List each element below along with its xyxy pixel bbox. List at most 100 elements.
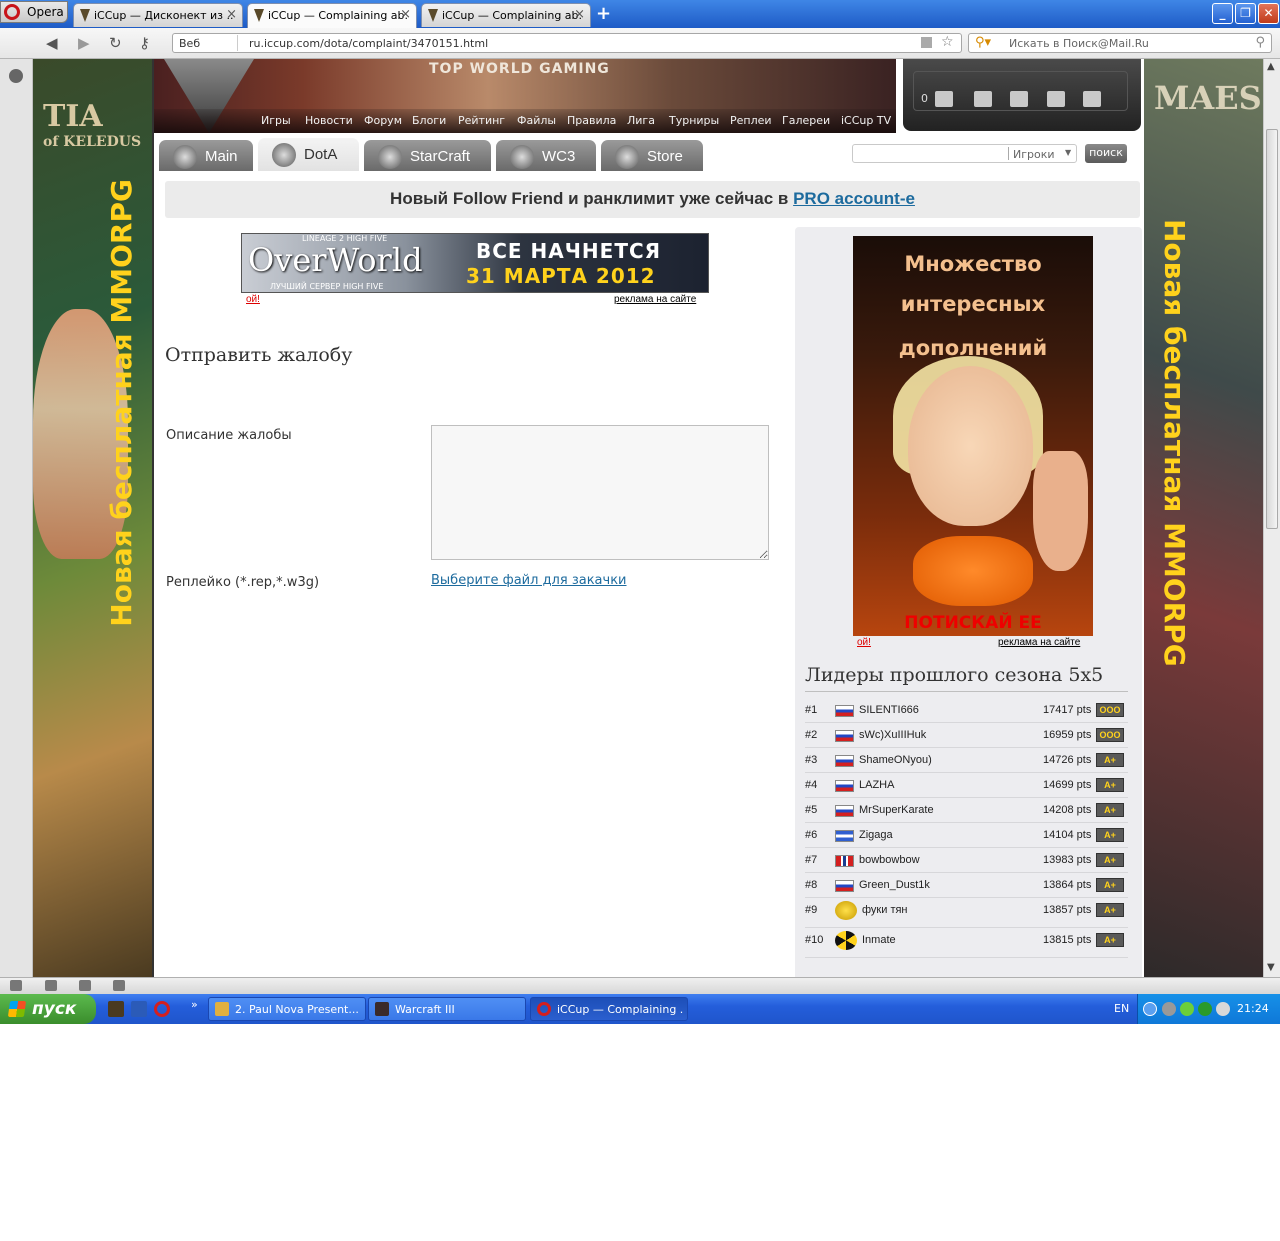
forward-icon[interactable]: ▶ [78, 34, 90, 52]
chevron-right-icon[interactable]: » [191, 998, 198, 1011]
taskbar-button[interactable]: Warcraft III [368, 997, 526, 1021]
leader-row[interactable]: #2 sWc)XuIIIHuk 16959 pts OOO [805, 723, 1128, 748]
close-tab-icon[interactable]: × [226, 7, 237, 22]
nav-item-games[interactable]: Игры [261, 114, 291, 127]
taskbar-button-active[interactable]: iCCup — Complaining ... [530, 997, 688, 1021]
leader-row[interactable]: #3 ShameONyou) 14726 pts A+ [805, 748, 1128, 773]
wrench-icon[interactable] [974, 91, 992, 107]
nav-item-league[interactable]: Лига [627, 114, 655, 127]
close-tab-icon[interactable]: × [400, 7, 411, 22]
leader-row[interactable]: #9 фуки тян 13857 pts A+ [805, 898, 1128, 928]
search-scope-select[interactable]: Игроки [1013, 148, 1055, 161]
key-icon[interactable]: ⚷ [139, 34, 150, 52]
leader-name[interactable]: ShameONyou) [859, 754, 932, 766]
bookmark-star-icon[interactable]: ☆ [941, 34, 954, 50]
site-search-button[interactable]: поиск [1085, 144, 1127, 163]
notes-icon[interactable] [1083, 91, 1101, 107]
ad-oi-link[interactable]: ой! [246, 294, 260, 305]
network-icon[interactable] [1198, 1002, 1212, 1016]
tab-main[interactable]: Main [159, 140, 253, 171]
nav-item-iccup-tv[interactable]: iCCup TV [841, 114, 891, 127]
tab-wc3[interactable]: WC3 [496, 140, 596, 171]
restore-button[interactable]: ❐ [1235, 3, 1256, 24]
turbo-icon[interactable] [79, 980, 91, 991]
nav-item-rating[interactable]: Рейтинг [458, 114, 505, 127]
left-background-ad[interactable]: TIA of KELEDUS Новая бесплатная MMORPG [33, 59, 152, 977]
leader-name[interactable]: Zigaga [859, 829, 893, 841]
browser-search-field[interactable]: ⚲▾ Искать в Поиск@Mail.Ru ⚲ [968, 33, 1272, 53]
taskbar-button[interactable]: 2. Paul Nova Present... [208, 997, 366, 1021]
ad-site-link[interactable]: реклама на сайте [614, 294, 696, 305]
url-text[interactable]: ru.iccup.com/dota/complaint/3470151.html [249, 37, 488, 50]
leader-name[interactable]: Green_Dust1k [859, 879, 930, 891]
leader-name[interactable]: sWc)XuIIIHuk [859, 729, 926, 741]
nav-item-files[interactable]: Файлы [517, 114, 556, 127]
minimize-button[interactable]: _ [1212, 3, 1233, 24]
scroll-up-icon[interactable]: ▲ [1267, 61, 1275, 72]
scroll-down-icon[interactable]: ▼ [1267, 962, 1275, 973]
camera-icon[interactable] [1047, 91, 1065, 107]
overworld-banner[interactable]: LINEAGE 2 HIGH FIVE OverWorld ЛУЧШИЙ СЕР… [241, 233, 709, 293]
opera-icon[interactable] [154, 1001, 170, 1017]
choose-file-link[interactable]: Выберите файл для закачки [431, 573, 627, 588]
close-tab-icon[interactable]: × [574, 7, 585, 22]
tab-store[interactable]: Store [601, 140, 703, 171]
vertical-ad[interactable]: Множество интересных дополнений ПОТИСКАЙ… [853, 236, 1093, 636]
iccup-launcher-icon[interactable] [108, 1001, 124, 1017]
scrollbar-thumb[interactable] [1266, 129, 1278, 529]
browser-tab-active[interactable]: iCCup — Complaining ab... × [247, 3, 417, 28]
leader-row[interactable]: #5 MrSuperKarate 14208 pts A+ [805, 798, 1128, 823]
leader-name[interactable]: SILENTI666 [859, 704, 919, 716]
leader-row[interactable]: #6 Zigaga 14104 pts A+ [805, 823, 1128, 848]
nav-item-news[interactable]: Новости [305, 114, 353, 127]
leader-row[interactable]: #7 bowbowbow 13983 pts A+ [805, 848, 1128, 873]
browser-tab[interactable]: iCCup — Дисконект из ... × [73, 3, 243, 27]
nav-item-replays[interactable]: Реплеи [730, 114, 772, 127]
nav-item-blogs[interactable]: Блоги [412, 114, 446, 127]
opera-menu-button[interactable]: Opera [0, 1, 68, 23]
mail-icon[interactable] [935, 91, 953, 107]
back-icon[interactable]: ◀ [46, 34, 58, 52]
nav-item-galleries[interactable]: Галереи [782, 114, 830, 127]
tab-starcraft[interactable]: StarCraft [364, 140, 491, 171]
close-window-button[interactable]: ✕ [1258, 3, 1279, 24]
panel-toggle-icon[interactable] [10, 980, 22, 991]
nav-item-tournaments[interactable]: Турниры [669, 114, 719, 127]
leader-row[interactable]: #1 SILENTI666 17417 pts OOO [805, 698, 1128, 723]
page-scrollbar[interactable]: ▲ ▼ [1263, 59, 1280, 977]
leader-row[interactable]: #4 LAZHA 14699 pts A+ [805, 773, 1128, 798]
search-icon[interactable]: ⚲ [1255, 35, 1265, 50]
tray-expand-icon[interactable] [1143, 1002, 1157, 1016]
history-icon[interactable] [9, 69, 23, 83]
leader-name[interactable]: MrSuperKarate [859, 804, 934, 816]
leader-name[interactable]: Inmate [862, 934, 896, 946]
right-background-ad[interactable]: MAES Новая бесплатная MMORPG [1144, 59, 1263, 977]
pro-account-link[interactable]: PRO account-e [793, 189, 915, 208]
chevron-down-icon[interactable]: ▼ [1065, 148, 1071, 157]
leader-name[interactable]: LAZHA [859, 779, 894, 791]
nav-item-forum[interactable]: Форум [364, 114, 402, 127]
description-textarea[interactable] [431, 425, 769, 560]
antivirus-icon[interactable] [1216, 1002, 1230, 1016]
tab-dota[interactable]: DotA [258, 138, 359, 171]
search-engine-icon[interactable]: ⚲▾ [975, 35, 991, 50]
speed-dial-icon[interactable] [113, 980, 125, 991]
nav-item-rules[interactable]: Правила [567, 114, 616, 127]
word-icon[interactable] [131, 1001, 147, 1017]
ad-site-link[interactable]: реклама на сайте [998, 637, 1080, 648]
site-search-input[interactable]: Игроки ▼ [852, 144, 1077, 163]
language-indicator[interactable]: EN [1114, 1002, 1129, 1015]
unite-icon[interactable] [45, 980, 57, 991]
leader-name[interactable]: фуки тян [862, 904, 908, 916]
reload-icon[interactable]: ↻ [109, 34, 122, 52]
new-tab-button[interactable]: + [596, 3, 611, 24]
leader-name[interactable]: bowbowbow [859, 854, 920, 866]
gear-icon[interactable] [1162, 1002, 1176, 1016]
rss-icon[interactable] [921, 37, 932, 48]
security-shield-icon[interactable] [1180, 1002, 1194, 1016]
leader-row[interactable]: #8 Green_Dust1k 13864 pts A+ [805, 873, 1128, 898]
browser-tab[interactable]: iCCup — Complaining ab... × [421, 3, 591, 27]
friends-icon[interactable] [1010, 91, 1028, 107]
start-button[interactable]: пуск [0, 994, 96, 1024]
address-field[interactable]: Веб ru.iccup.com/dota/complaint/3470151.… [172, 33, 962, 53]
